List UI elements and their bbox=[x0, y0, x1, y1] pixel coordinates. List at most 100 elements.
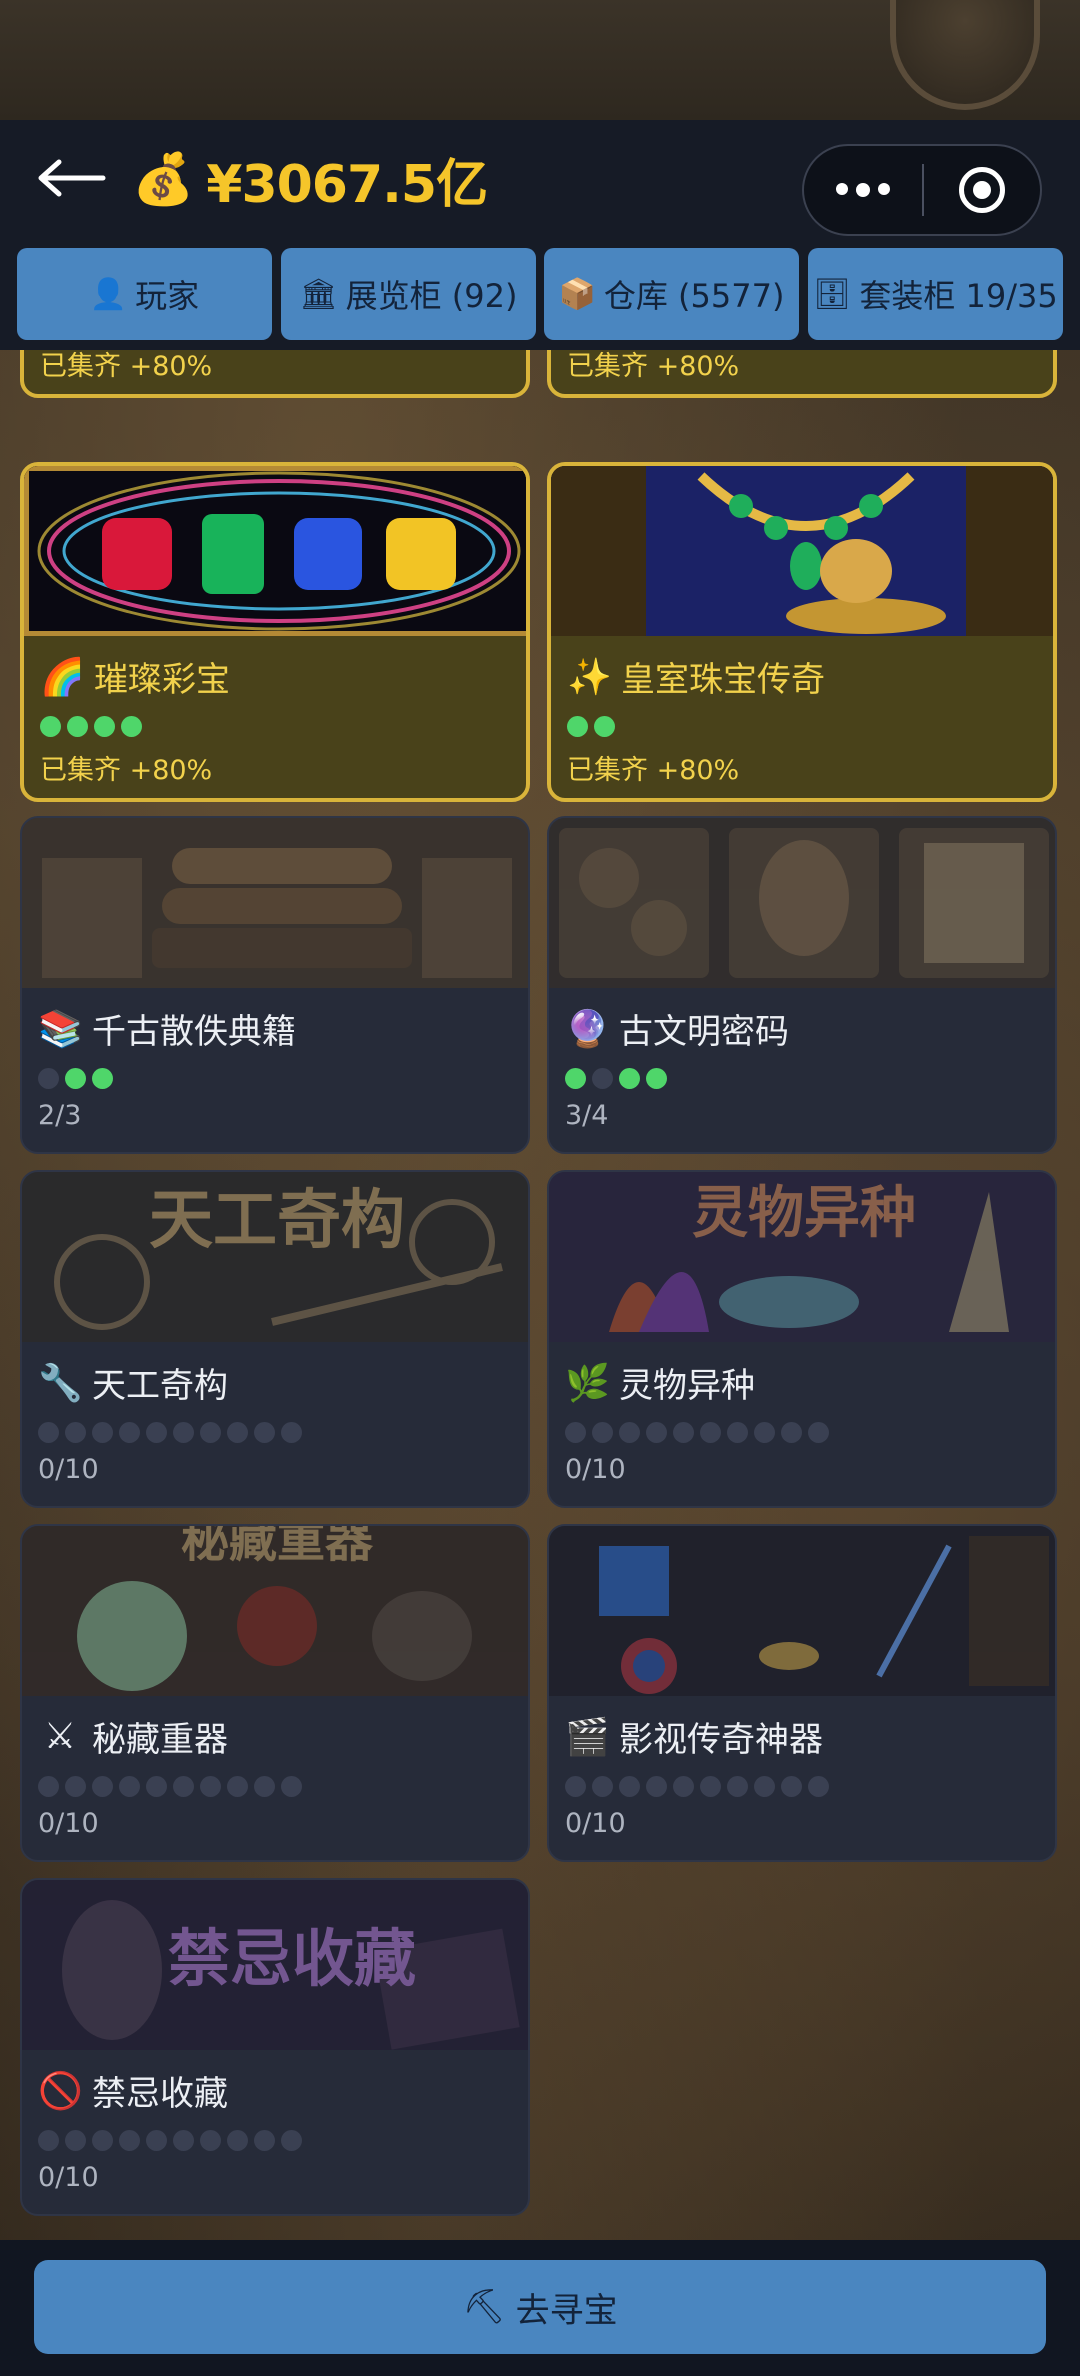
set-name: 🎬 影视传奇神器 bbox=[565, 1712, 823, 1761]
package-icon: 📦 bbox=[558, 276, 596, 312]
bottom-bar: ⛏ 去寻宝 bbox=[0, 2240, 1080, 2376]
set-status: 0/10 bbox=[38, 2162, 99, 2193]
set-name: 🌿 灵物异种 bbox=[565, 1358, 755, 1407]
set-status: 3/4 bbox=[565, 1100, 609, 1131]
set-card[interactable]: 灵物异种 🌿 灵物异种 0/10 bbox=[547, 1170, 1057, 1508]
set-card[interactable]: 天工奇构 🔧 天工奇构 0/10 bbox=[20, 1170, 530, 1508]
herb-icon: 🌿 bbox=[565, 1362, 610, 1404]
crossed-swords-icon: ⚔ bbox=[43, 1716, 77, 1757]
set-banner-image bbox=[549, 1526, 1055, 1696]
set-status: 0/10 bbox=[38, 1454, 99, 1485]
set-name: 📚 千古散佚典籍 bbox=[38, 1004, 296, 1053]
banner-text: 天工奇构 bbox=[149, 1183, 405, 1258]
museum-icon: 🏛 bbox=[299, 276, 338, 312]
progress-pips bbox=[38, 1776, 302, 1797]
set-card[interactable]: 🌈 璀璨彩宝 已集齐 +80% bbox=[20, 462, 530, 802]
set-status: 0/10 bbox=[565, 1454, 626, 1485]
set-title: 古文明密码 bbox=[619, 1012, 789, 1052]
compass-decoration bbox=[890, 0, 1040, 110]
set-title: 千古散佚典籍 bbox=[92, 1012, 296, 1052]
tab-label: 展览柜 (92) bbox=[345, 277, 518, 315]
target-icon bbox=[959, 167, 1005, 213]
close-mini-program-button[interactable] bbox=[924, 146, 1040, 234]
progress-pips bbox=[38, 1422, 302, 1443]
balance-amount: ¥3067.5亿 bbox=[206, 154, 488, 215]
tab-label: 仓库 (5577) bbox=[603, 277, 785, 315]
set-card[interactable]: ✨ 皇室珠宝传奇 已集齐 +80% bbox=[547, 462, 1057, 802]
more-dots-icon bbox=[836, 183, 890, 197]
set-status: 0/10 bbox=[565, 1808, 626, 1839]
arrow-left-icon bbox=[38, 159, 106, 197]
progress-pips bbox=[565, 1422, 829, 1443]
pickaxe-icon: ⛏ bbox=[462, 2287, 506, 2327]
user-icon: 👤 bbox=[89, 276, 128, 312]
balance-display: 💰 ¥3067.5亿 bbox=[132, 144, 488, 215]
set-banner-image: 天工奇构 bbox=[22, 1172, 528, 1342]
progress-pips bbox=[38, 1068, 113, 1089]
set-title: 天工奇构 bbox=[92, 1366, 228, 1406]
top-backdrop bbox=[0, 0, 1080, 120]
set-banner-image: 灵物异种 bbox=[549, 1172, 1055, 1342]
set-name: 🌈 璀璨彩宝 bbox=[40, 652, 230, 701]
back-button[interactable] bbox=[36, 148, 108, 208]
set-title: 禁忌收藏 bbox=[92, 2074, 228, 2114]
set-name: 🚫 禁忌收藏 bbox=[38, 2066, 228, 2115]
crystal-ball-icon: 🔮 bbox=[565, 1008, 610, 1050]
tab-player[interactable]: 👤 玩家 bbox=[17, 248, 272, 340]
tab-label: 玩家 bbox=[135, 277, 200, 315]
banner-text: 秘藏重器 bbox=[181, 1526, 374, 1568]
mini-program-capsule bbox=[802, 144, 1042, 236]
tab-bar: 👤 玩家 🏛 展览柜 (92) 📦 仓库 (5577) 🗄 套装柜 19/35 bbox=[0, 238, 1080, 350]
set-title: 灵物异种 bbox=[619, 1366, 755, 1406]
button-label: 去寻宝 bbox=[515, 2290, 618, 2331]
books-icon: 📚 bbox=[38, 1008, 83, 1050]
header-bar: 💰 ¥3067.5亿 bbox=[0, 120, 1080, 238]
set-status: 2/3 bbox=[38, 1100, 82, 1131]
set-name: ✨ 皇室珠宝传奇 bbox=[567, 652, 825, 701]
set-status: 已集齐 +80% bbox=[40, 755, 213, 786]
set-banner-image: 禁忌收藏 bbox=[22, 1880, 528, 2050]
rainbow-icon: 🌈 bbox=[40, 656, 85, 698]
progress-pips bbox=[567, 716, 615, 737]
cabinet-icon: 🗄 bbox=[813, 276, 852, 312]
set-card[interactable]: 已集齐 +80% bbox=[547, 350, 1057, 398]
set-card[interactable]: 📚 千古散佚典籍 2/3 bbox=[20, 816, 530, 1154]
set-banner-image bbox=[551, 466, 1053, 636]
set-card[interactable]: 🎬 影视传奇神器 0/10 bbox=[547, 1524, 1057, 1862]
clapperboard-icon: 🎬 bbox=[565, 1716, 610, 1758]
set-name: 🔧 天工奇构 bbox=[38, 1358, 228, 1407]
wrench-icon: 🔧 bbox=[38, 1362, 83, 1404]
progress-pips bbox=[565, 1776, 829, 1797]
tab-exhibition[interactable]: 🏛 展览柜 (92) bbox=[281, 248, 536, 340]
set-banner-image: 秘藏重器 bbox=[22, 1526, 528, 1696]
set-card[interactable]: 秘藏重器 ⚔ 秘藏重器 0/10 bbox=[20, 1524, 530, 1862]
set-status: 0/10 bbox=[38, 1808, 99, 1839]
prohibited-icon: 🚫 bbox=[38, 2070, 83, 2112]
set-grid: 已集齐 +80% 已集齐 +80% 🌈 璀璨彩宝 已集齐 +80% ✨ 皇室珠宝… bbox=[0, 350, 1080, 2240]
sparkles-icon: ✨ bbox=[567, 656, 612, 698]
tab-set-cabinet[interactable]: 🗄 套装柜 19/35 bbox=[808, 248, 1063, 340]
set-banner-image bbox=[549, 818, 1055, 988]
banner-text: 禁忌收藏 bbox=[168, 1922, 416, 1995]
money-bag-icon: 💰 bbox=[132, 150, 195, 208]
set-title: 秘藏重器 bbox=[92, 1720, 228, 1760]
progress-pips bbox=[565, 1068, 667, 1089]
tab-label: 套装柜 19/35 bbox=[859, 277, 1058, 315]
set-status: 已集齐 +80% bbox=[567, 755, 740, 786]
set-name: 🔮 古文明密码 bbox=[565, 1004, 789, 1053]
set-card[interactable]: 禁忌收藏 🚫 禁忌收藏 0/10 bbox=[20, 1878, 530, 2216]
banner-text: 灵物异种 bbox=[692, 1180, 916, 1246]
set-title: 影视传奇神器 bbox=[619, 1720, 823, 1760]
set-title: 皇室珠宝传奇 bbox=[621, 660, 825, 700]
set-title: 璀璨彩宝 bbox=[94, 660, 230, 700]
set-status: 已集齐 +80% bbox=[567, 351, 740, 382]
go-treasure-hunt-button[interactable]: ⛏ 去寻宝 bbox=[34, 2260, 1046, 2354]
progress-pips bbox=[38, 2130, 302, 2151]
tab-warehouse[interactable]: 📦 仓库 (5577) bbox=[544, 248, 799, 340]
set-banner-image bbox=[22, 818, 528, 988]
more-button[interactable] bbox=[804, 146, 922, 234]
set-card[interactable]: 🔮 古文明密码 3/4 bbox=[547, 816, 1057, 1154]
progress-pips bbox=[40, 716, 142, 737]
set-card[interactable]: 已集齐 +80% bbox=[20, 350, 530, 398]
set-status: 已集齐 +80% bbox=[40, 351, 213, 382]
